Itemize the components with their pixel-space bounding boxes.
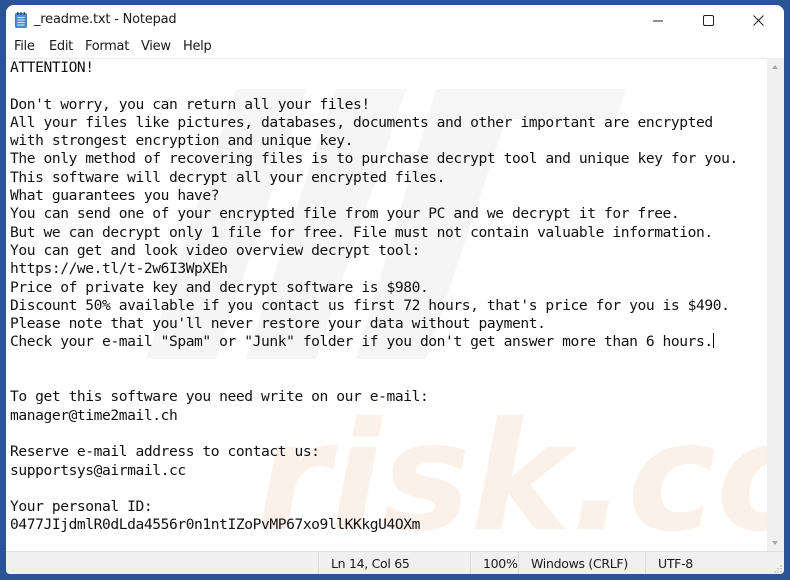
notepad-icon — [15, 12, 27, 28]
text-line[interactable] — [10, 370, 738, 388]
text-line[interactable]: Your personal ID: — [10, 498, 738, 516]
text-line[interactable]: You can get and look video overview decr… — [10, 242, 738, 260]
text-line[interactable] — [10, 77, 738, 95]
text-line[interactable] — [10, 352, 738, 370]
text-line[interactable]: Reserve e-mail address to contact us: — [10, 443, 738, 461]
maximize-icon — [702, 15, 714, 26]
vertical-scrollbar[interactable] — [767, 59, 784, 551]
menu-bar: File Edit Format View Help — [6, 36, 784, 59]
text-line[interactable]: Discount 50% available if you contact us… — [10, 297, 738, 315]
menu-view[interactable]: View — [141, 39, 171, 54]
text-line[interactable]: Price of private key and decrypt softwar… — [10, 279, 738, 297]
text-line[interactable]: But we can decrypt only 1 file for free.… — [10, 224, 738, 242]
scroll-up-arrow-icon[interactable] — [772, 65, 778, 69]
text-line[interactable]: What guarantees you have? — [10, 187, 738, 205]
resize-grip-icon[interactable] — [774, 565, 782, 573]
text-line[interactable] — [10, 425, 738, 443]
status-encoding: UTF-8 — [645, 552, 784, 574]
text-line[interactable]: manager@time2mail.ch — [10, 407, 738, 425]
text-line[interactable]: 0477JIjdmlR0dLda4556r0n1ntIZoPvMP67xo9ll… — [10, 516, 738, 534]
minimize-icon — [653, 20, 663, 21]
cursor-position-text: Ln 14, Col 65 — [331, 556, 410, 571]
encoding-text: UTF-8 — [658, 556, 693, 571]
close-button[interactable] — [735, 5, 781, 36]
text-line[interactable]: Check your e-mail "Spam" or "Junk" folde… — [10, 333, 738, 351]
status-cursor-position: Ln 14, Col 65 — [318, 552, 470, 574]
zoom-level-text: 100% — [483, 556, 518, 571]
text-line[interactable]: This software will decrypt all your encr… — [10, 169, 738, 187]
window-title: _readme.txt - Notepad — [34, 12, 177, 27]
status-zoom: 100% — [470, 552, 518, 574]
text-line[interactable]: All your files like pictures, databases,… — [10, 114, 738, 132]
minimize-button[interactable] — [635, 5, 681, 36]
text-line[interactable]: Don't worry, you can return all your fil… — [10, 96, 738, 114]
menu-format[interactable]: Format — [85, 39, 129, 54]
text-line[interactable]: Please note that you'll never restore yo… — [10, 315, 738, 333]
menu-help[interactable]: Help — [183, 39, 212, 54]
text-line[interactable]: https://we.tl/t-2w6I3WpXEh — [10, 260, 738, 278]
text-caret — [712, 333, 714, 349]
menu-edit[interactable]: Edit — [49, 39, 73, 54]
notepad-window: _readme.txt - Notepad File Edit Format V… — [6, 5, 784, 574]
text-line[interactable]: ATTENTION! — [10, 59, 738, 77]
title-bar[interactable]: _readme.txt - Notepad — [6, 5, 784, 36]
document-text[interactable]: ATTENTION! Don't worry, you can return al… — [10, 59, 738, 535]
close-icon — [752, 15, 764, 26]
text-line[interactable] — [10, 480, 738, 498]
text-line[interactable]: To get this software you need write on o… — [10, 388, 738, 406]
text-line[interactable]: with strongest encryption and unique key… — [10, 132, 738, 150]
status-line-ending: Windows (CRLF) — [518, 552, 645, 574]
text-editor[interactable]: risk.com ATTENTION!Don't worry, you can … — [6, 59, 767, 551]
maximize-button[interactable] — [685, 5, 731, 36]
text-line[interactable]: You can send one of your encrypted file … — [10, 205, 738, 223]
status-bar: Ln 14, Col 65 100% Windows (CRLF) UTF-8 — [6, 551, 784, 574]
line-ending-text: Windows (CRLF) — [531, 556, 628, 571]
text-line[interactable]: The only method of recovering files is t… — [10, 150, 738, 168]
menu-file[interactable]: File — [14, 39, 35, 54]
text-line[interactable]: supportsys@airmail.cc — [10, 462, 738, 480]
scroll-down-arrow-icon[interactable] — [772, 541, 778, 545]
